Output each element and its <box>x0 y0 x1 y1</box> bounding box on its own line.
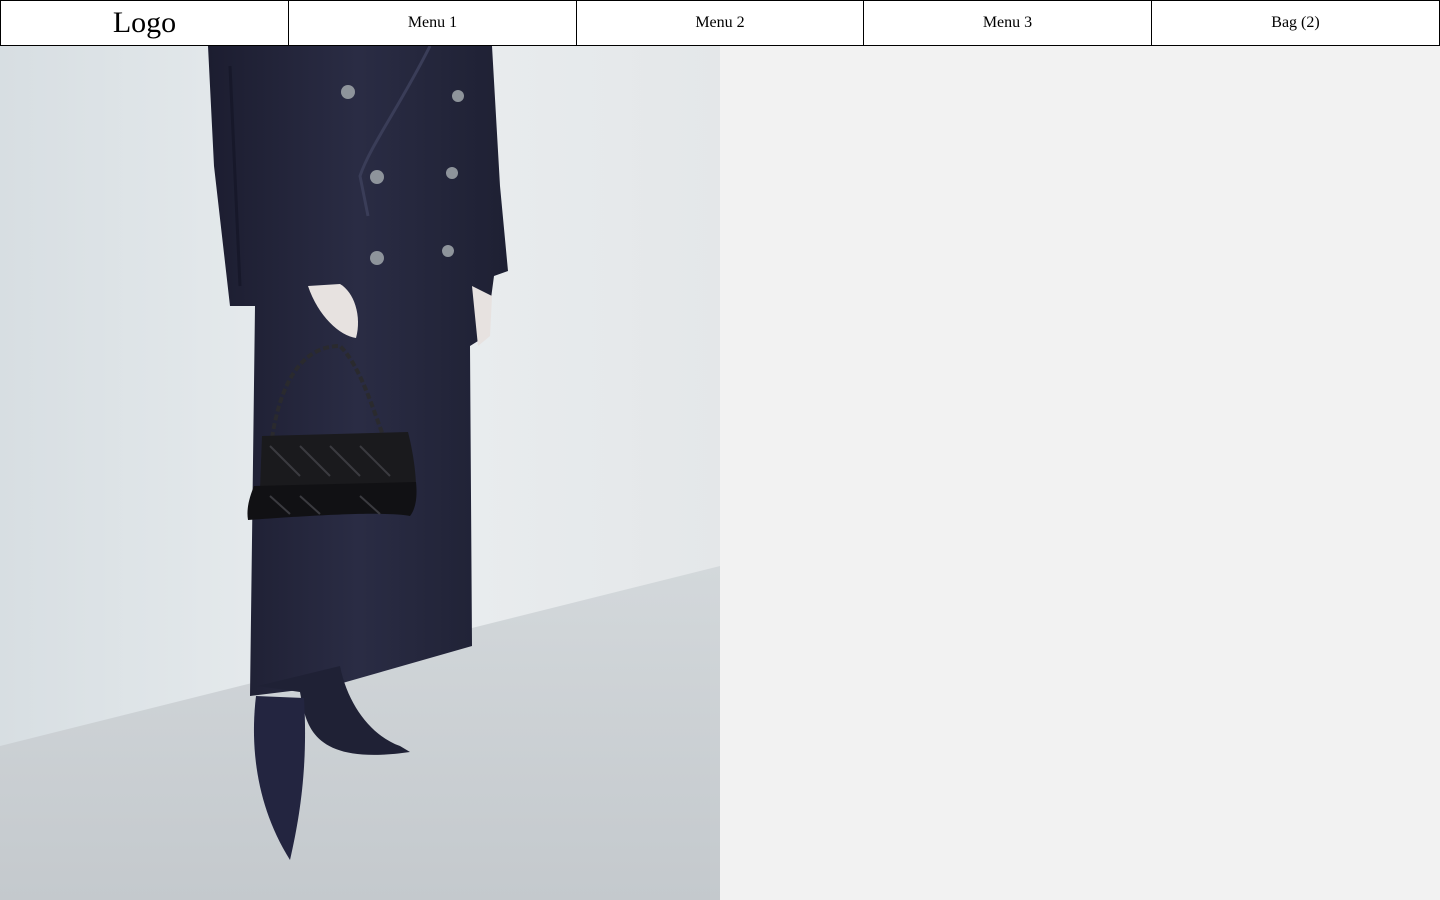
nav-menu-2[interactable]: Menu 2 <box>577 1 864 45</box>
nav-menu-3-label: Menu 3 <box>982 14 1033 31</box>
coat-button <box>446 167 458 179</box>
bag-flap <box>260 432 416 490</box>
hero-photo-illustration <box>0 46 720 900</box>
bag-button[interactable]: Bag (2) <box>1152 1 1439 45</box>
bag-label: Bag (2) <box>1271 14 1320 31</box>
logo-text: Logo <box>112 6 177 39</box>
nav-menu-1-label: Menu 1 <box>407 14 458 31</box>
top-navigation: Logo Menu 1 Menu 2 Menu 3 Bag (2) <box>0 0 1440 46</box>
hero-image <box>0 46 720 900</box>
coat-button <box>442 245 454 257</box>
nav-menu-2-label: Menu 2 <box>695 14 745 31</box>
nav-menu-3[interactable]: Menu 3 <box>864 1 1152 45</box>
coat-button <box>370 170 384 184</box>
hero-right-panel <box>720 46 1440 900</box>
coat-button <box>341 85 355 99</box>
nav-menu-1[interactable]: Menu 1 <box>289 1 577 45</box>
coat-button <box>370 251 384 265</box>
coat-button <box>452 90 464 102</box>
logo-link[interactable]: Logo <box>1 1 289 45</box>
